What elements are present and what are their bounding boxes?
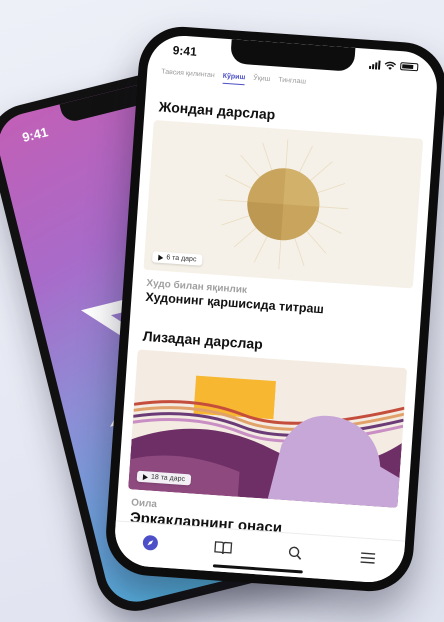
content-feed[interactable]: Жондан дарслар 6 та дарс Худо билан яқин…: [116, 85, 436, 540]
back-phone-time: 9:41: [20, 124, 50, 146]
scene: 9:41 9:41 Тавсия қилинган Кўриш Ўқиш Тин…: [0, 0, 444, 622]
tab-listen[interactable]: Тинглаш: [278, 77, 306, 90]
menu-icon: [360, 551, 375, 564]
series-card[interactable]: 6 та дарс: [143, 120, 424, 289]
tab-watch[interactable]: Кўриш: [222, 72, 246, 86]
front-phone: 9:41 Тавсия қилинган Кўриш Ўқиш Тинглаш …: [103, 23, 444, 595]
signal-icon: [369, 59, 381, 70]
wifi-icon: [384, 61, 397, 70]
nav-library-button[interactable]: [209, 534, 237, 562]
nav-discover-button[interactable]: [137, 528, 165, 556]
tab-read[interactable]: Ўқиш: [253, 75, 270, 87]
status-time: 9:41: [172, 43, 198, 59]
status-icons: [369, 59, 419, 72]
tab-recommended[interactable]: Тавсия қилинган: [161, 68, 215, 83]
landscape-illustration: [128, 349, 408, 508]
front-phone-screen: 9:41 Тавсия қилинган Кўриш Ўқиш Тинглаш …: [112, 33, 440, 585]
home-indicator[interactable]: [212, 564, 303, 574]
lesson-count: 18 та дарс: [150, 473, 186, 484]
nav-menu-button[interactable]: [354, 544, 382, 572]
series-card[interactable]: 18 та дарс: [128, 349, 408, 508]
book-icon: [214, 540, 233, 554]
search-icon: [289, 546, 302, 560]
battery-icon: [399, 62, 419, 72]
play-icon: [158, 254, 164, 261]
play-icon: [142, 473, 149, 480]
compass-icon: [143, 534, 159, 550]
lesson-count: 6 та дарс: [166, 254, 197, 264]
nav-search-button[interactable]: [281, 539, 309, 567]
